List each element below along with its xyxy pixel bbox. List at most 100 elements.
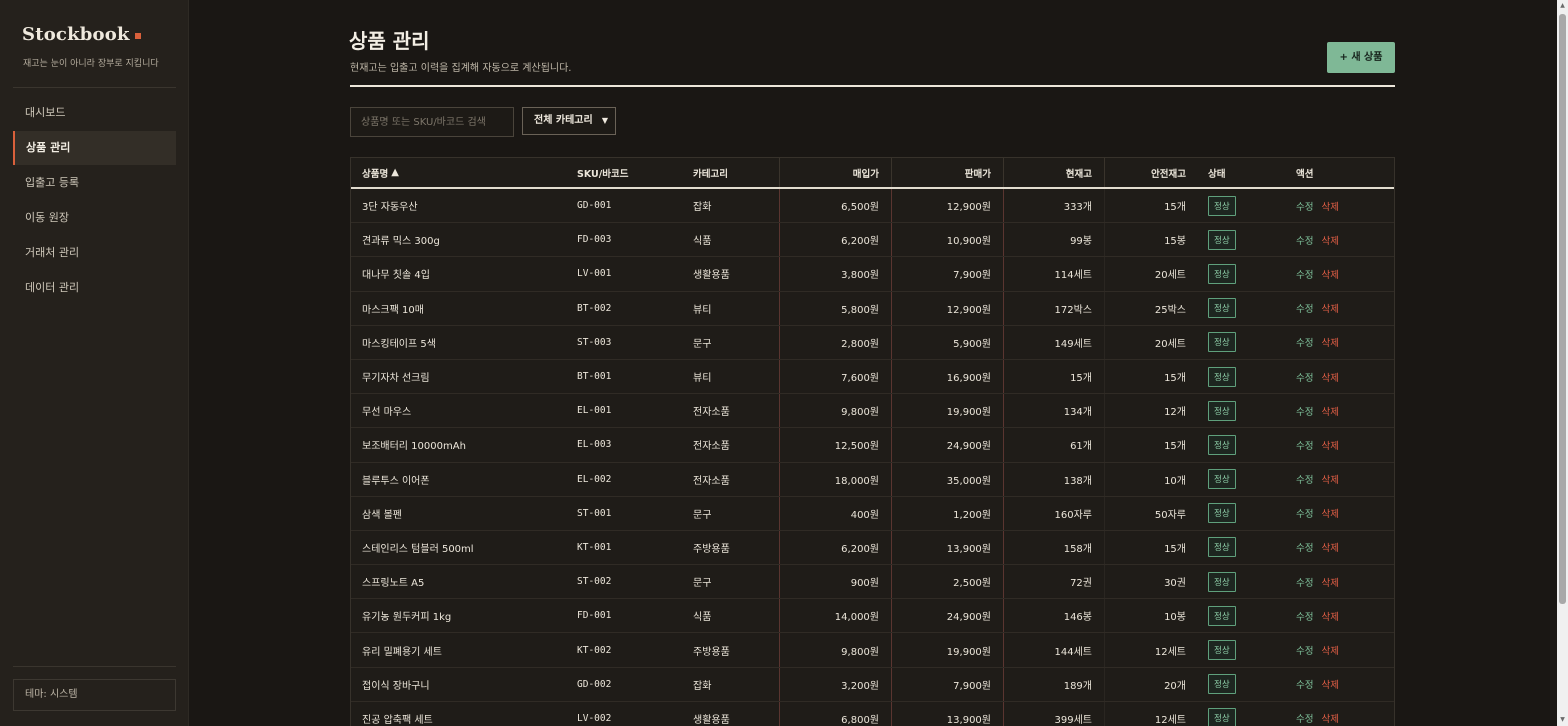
chevron-down-icon: ▼ bbox=[601, 116, 608, 125]
product-buy-price: 6,800원 bbox=[841, 714, 879, 726]
edit-button[interactable]: 수정 bbox=[1296, 301, 1313, 315]
edit-button[interactable]: 수정 bbox=[1296, 404, 1313, 418]
product-name: 유리 밀폐용기 세트 bbox=[362, 646, 442, 658]
column-header-stock[interactable]: 현재고 bbox=[1004, 158, 1092, 187]
scroll-down-icon[interactable]: ▼ bbox=[1559, 716, 1566, 723]
product-buy-price: 900원 bbox=[850, 578, 879, 590]
product-sku: ST-001 bbox=[577, 507, 612, 519]
status-badge: 정상 bbox=[1208, 434, 1236, 455]
product-sku: EL-003 bbox=[577, 439, 612, 451]
product-safety-stock: 15개 bbox=[1164, 373, 1186, 385]
search-input[interactable] bbox=[350, 107, 514, 137]
page-title: 상품 관리 bbox=[349, 29, 430, 53]
edit-button[interactable]: 수정 bbox=[1296, 370, 1313, 384]
edit-button[interactable]: 수정 bbox=[1296, 711, 1313, 725]
edit-button[interactable]: 수정 bbox=[1296, 609, 1313, 623]
status-badge: 정상 bbox=[1208, 605, 1236, 626]
delete-button[interactable]: 삭제 bbox=[1321, 301, 1338, 315]
edit-button[interactable]: 수정 bbox=[1296, 335, 1313, 349]
table-row: 무기자차 선크림 BT-001 뷰티 7,600원 16,900원 15개 15개 정상 수정 삭… bbox=[351, 359, 1394, 395]
product-buy-price: 14,000원 bbox=[834, 612, 879, 624]
product-category: 전자소품 bbox=[693, 407, 730, 419]
delete-button[interactable]: 삭제 bbox=[1321, 643, 1338, 657]
sidebar-item-products[interactable]: 상품 관리 bbox=[13, 131, 176, 165]
actions-cell: 수정 삭제 bbox=[1296, 257, 1339, 290]
delete-button[interactable]: 삭제 bbox=[1321, 335, 1338, 349]
brand-name: Stockbook bbox=[22, 24, 130, 45]
table-row: 접이식 장바구니 GD-002 잡화 3,200원 7,900원 189개 20개 정상 수정 삭… bbox=[351, 667, 1394, 702]
page-scrollbar[interactable]: ▲ ▼ bbox=[1557, 0, 1568, 726]
sidebar-item-ledger[interactable]: 이동 원장 bbox=[13, 201, 176, 235]
delete-button[interactable]: 삭제 bbox=[1321, 711, 1338, 725]
edit-button[interactable]: 수정 bbox=[1296, 267, 1313, 281]
product-sell-price: 12,900원 bbox=[946, 202, 991, 214]
edit-button[interactable]: 수정 bbox=[1296, 438, 1313, 452]
product-category: 식품 bbox=[693, 236, 712, 248]
actions-cell: 수정 삭제 bbox=[1296, 702, 1339, 726]
delete-button[interactable]: 삭제 bbox=[1321, 267, 1338, 281]
product-stock: 72권 bbox=[1070, 578, 1092, 590]
scrollbar-thumb[interactable] bbox=[1559, 14, 1566, 604]
delete-button[interactable]: 삭제 bbox=[1321, 506, 1338, 520]
edit-button[interactable]: 수정 bbox=[1296, 233, 1313, 247]
edit-button[interactable]: 수정 bbox=[1296, 575, 1313, 589]
delete-button[interactable]: 삭제 bbox=[1321, 540, 1338, 554]
theme-toggle[interactable]: 테마: 시스템 bbox=[13, 679, 176, 711]
brand-logo[interactable]: Stockbook bbox=[22, 24, 141, 45]
product-sku: GD-001 bbox=[577, 200, 612, 212]
status-cell: 정상 bbox=[1208, 668, 1236, 701]
column-header-status: 상태 bbox=[1208, 168, 1226, 180]
product-stock: 146봉 bbox=[1063, 612, 1092, 624]
sidebar-item-dashboard[interactable]: 대시보드 bbox=[13, 96, 176, 130]
delete-button[interactable]: 삭제 bbox=[1321, 199, 1338, 213]
edit-button[interactable]: 수정 bbox=[1296, 540, 1313, 554]
actions-cell: 수정 삭제 bbox=[1296, 633, 1339, 666]
delete-button[interactable]: 삭제 bbox=[1321, 404, 1338, 418]
column-header-category[interactable]: 카테고리 bbox=[693, 158, 728, 187]
product-name: 3단 자동우산 bbox=[362, 202, 418, 214]
edit-button[interactable]: 수정 bbox=[1296, 472, 1313, 486]
status-cell: 정상 bbox=[1208, 257, 1236, 290]
product-sell-price: 1,200원 bbox=[953, 509, 991, 521]
column-header-name[interactable]: 상품명 ▲ bbox=[362, 158, 399, 187]
product-category: 생활용품 bbox=[693, 714, 730, 726]
delete-button[interactable]: 삭제 bbox=[1321, 438, 1338, 452]
sidebar-item-stock-entry[interactable]: 입출고 등록 bbox=[13, 166, 176, 200]
product-category: 식품 bbox=[693, 612, 712, 624]
delete-button[interactable]: 삭제 bbox=[1321, 370, 1338, 384]
table-row: 보조배터리 10000mAh EL-003 전자소품 12,500원 24,900원 61… bbox=[351, 428, 1394, 463]
product-stock: 189개 bbox=[1063, 680, 1092, 692]
product-sku: BT-001 bbox=[577, 371, 612, 383]
product-safety-stock: 10봉 bbox=[1164, 612, 1186, 624]
product-safety-stock: 15개 bbox=[1164, 543, 1186, 555]
column-header-safety[interactable]: 안전재고 bbox=[1105, 158, 1186, 187]
product-sku: FD-003 bbox=[577, 234, 612, 246]
product-name: 스테인리스 텀블러 500ml bbox=[362, 543, 474, 555]
delete-button[interactable]: 삭제 bbox=[1321, 677, 1338, 691]
actions-cell: 수정 삭제 bbox=[1296, 428, 1339, 461]
delete-button[interactable]: 삭제 bbox=[1321, 575, 1338, 589]
product-buy-price: 9,800원 bbox=[841, 646, 879, 658]
sidebar-item-data[interactable]: 데이터 관리 bbox=[13, 271, 176, 305]
delete-button[interactable]: 삭제 bbox=[1321, 233, 1338, 247]
delete-button[interactable]: 삭제 bbox=[1321, 609, 1338, 623]
column-header-buy[interactable]: 매입가 bbox=[780, 158, 879, 187]
edit-button[interactable]: 수정 bbox=[1296, 677, 1313, 691]
product-safety-stock: 30권 bbox=[1164, 578, 1186, 590]
product-category: 주방용품 bbox=[693, 543, 730, 555]
status-badge: 정상 bbox=[1208, 332, 1236, 353]
new-product-button[interactable]: + 새 상품 bbox=[1327, 42, 1395, 73]
sidebar-item-partners[interactable]: 거래처 관리 bbox=[13, 236, 176, 270]
product-sell-price: 24,900원 bbox=[946, 441, 991, 453]
edit-button[interactable]: 수정 bbox=[1296, 199, 1313, 213]
product-name: 견과류 믹스 300g bbox=[362, 236, 440, 248]
category-select[interactable]: 전체 카테고리 ▼ bbox=[522, 107, 616, 135]
status-cell: 정상 bbox=[1208, 599, 1236, 632]
column-header-sku[interactable]: SKU/바코드 bbox=[577, 158, 628, 187]
edit-button[interactable]: 수정 bbox=[1296, 506, 1313, 520]
delete-button[interactable]: 삭제 bbox=[1321, 472, 1338, 486]
actions-cell: 수정 삭제 bbox=[1296, 326, 1339, 359]
column-header-sell[interactable]: 판매가 bbox=[892, 158, 991, 187]
edit-button[interactable]: 수정 bbox=[1296, 643, 1313, 657]
scroll-up-icon[interactable]: ▲ bbox=[1559, 2, 1566, 9]
